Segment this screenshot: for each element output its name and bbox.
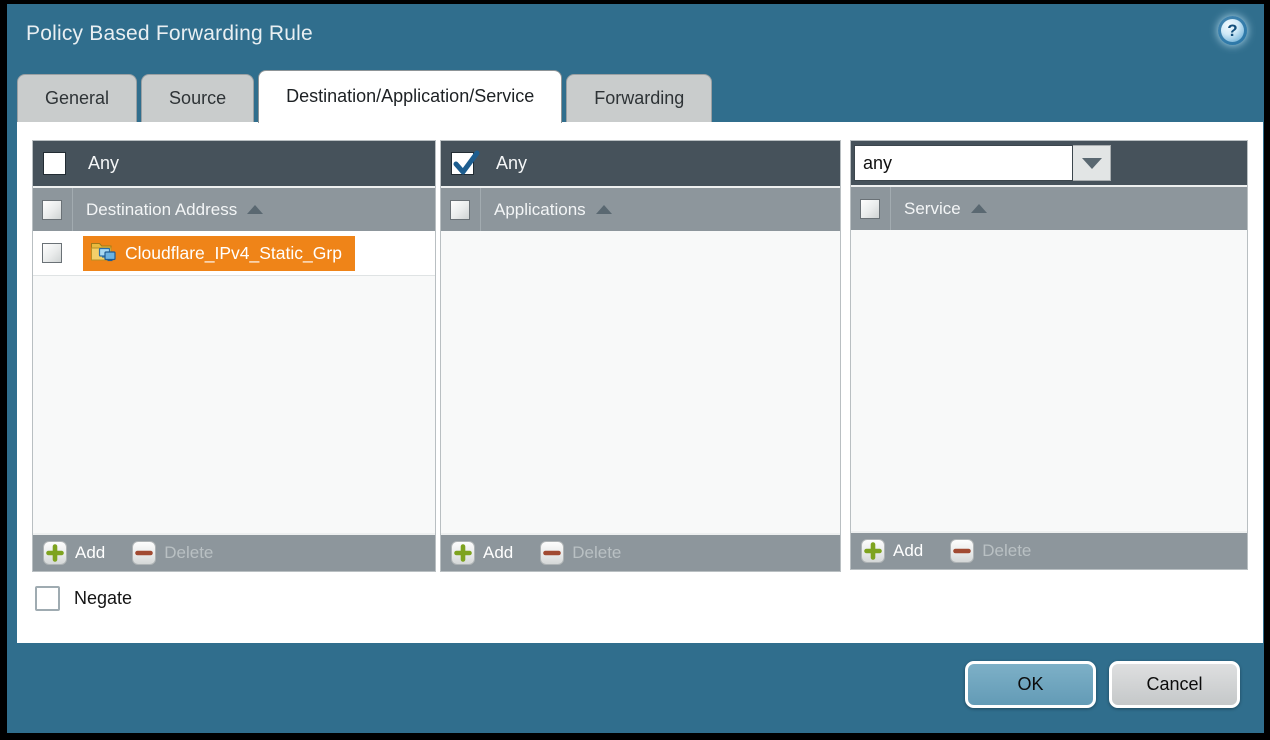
service-dropdown-bar xyxy=(851,141,1247,185)
destination-list-item[interactable]: Cloudflare_IPv4_Static_Grp xyxy=(33,231,435,276)
screenshot-frame: Policy Based Forwarding Rule ? General S… xyxy=(0,0,1270,740)
checkmark-icon xyxy=(451,149,481,179)
plus-icon xyxy=(451,541,475,565)
service-column-header[interactable]: Service xyxy=(851,185,1247,230)
ok-button[interactable]: OK xyxy=(965,661,1096,708)
applications-any-bar: Any xyxy=(441,141,840,186)
applications-delete-button[interactable]: Delete xyxy=(540,541,621,565)
negate-row: Negate xyxy=(35,586,132,611)
negate-checkbox[interactable] xyxy=(35,586,60,611)
minus-icon xyxy=(950,539,974,563)
tab-general[interactable]: General xyxy=(17,74,137,123)
destination-any-label: Any xyxy=(88,153,119,174)
destination-item-selected[interactable]: Cloudflare_IPv4_Static_Grp xyxy=(83,236,355,271)
destination-delete-button[interactable]: Delete xyxy=(132,541,213,565)
tab-content-panel: Any Destination Address xyxy=(17,122,1263,643)
minus-icon xyxy=(132,541,156,565)
destination-column-header[interactable]: Destination Address xyxy=(33,186,435,231)
service-add-button[interactable]: Add xyxy=(861,539,923,563)
header-divider xyxy=(72,188,73,231)
service-list xyxy=(851,230,1247,531)
destination-list: Cloudflare_IPv4_Static_Grp xyxy=(33,231,435,533)
destination-select-all-checkbox[interactable] xyxy=(42,200,62,220)
applications-column: Any Applications Add xyxy=(440,140,841,572)
minus-icon xyxy=(540,541,564,565)
dialog-title: Policy Based Forwarding Rule xyxy=(26,22,313,46)
service-header-label: Service xyxy=(904,199,961,219)
service-dropdown-button[interactable] xyxy=(1073,145,1111,181)
applications-footer: Add Delete xyxy=(441,533,840,571)
plus-icon xyxy=(861,539,885,563)
applications-any-checkbox[interactable] xyxy=(451,152,474,175)
sort-ascending-icon xyxy=(596,205,612,214)
destination-any-checkbox[interactable] xyxy=(43,152,66,175)
tab-forwarding[interactable]: Forwarding xyxy=(566,74,712,123)
destination-header-label: Destination Address xyxy=(86,200,237,220)
help-icon[interactable]: ? xyxy=(1218,16,1247,45)
service-select-all-checkbox[interactable] xyxy=(860,199,880,219)
destination-any-bar: Any xyxy=(33,141,435,186)
address-group-icon xyxy=(90,239,117,268)
negate-label: Negate xyxy=(74,588,132,609)
header-divider xyxy=(480,188,481,231)
service-dropdown-input[interactable] xyxy=(854,145,1073,181)
applications-select-all-checkbox[interactable] xyxy=(450,200,470,220)
policy-based-forwarding-dialog: Policy Based Forwarding Rule ? General S… xyxy=(7,4,1264,733)
tab-bar: General Source Destination/Application/S… xyxy=(17,70,712,123)
applications-add-button[interactable]: Add xyxy=(451,541,513,565)
tab-destination-application-service[interactable]: Destination/Application/Service xyxy=(258,70,562,123)
destination-item-checkbox[interactable] xyxy=(42,243,62,263)
sort-ascending-icon xyxy=(247,205,263,214)
cancel-button[interactable]: Cancel xyxy=(1109,661,1240,708)
header-divider xyxy=(890,187,891,230)
applications-list xyxy=(441,231,840,533)
tab-source[interactable]: Source xyxy=(141,74,254,123)
plus-icon xyxy=(43,541,67,565)
destination-item-name: Cloudflare_IPv4_Static_Grp xyxy=(125,243,342,264)
applications-any-label: Any xyxy=(496,153,527,174)
service-delete-button[interactable]: Delete xyxy=(950,539,1031,563)
chevron-down-icon xyxy=(1082,158,1102,169)
service-column: Service Add Delete xyxy=(850,140,1248,570)
dialog-button-row: OK Cancel xyxy=(965,661,1240,708)
sort-ascending-icon xyxy=(971,204,987,213)
service-footer: Add Delete xyxy=(851,531,1247,569)
applications-column-header[interactable]: Applications xyxy=(441,186,840,231)
destination-footer: Add Delete xyxy=(33,533,435,571)
applications-header-label: Applications xyxy=(494,200,586,220)
destination-address-column: Any Destination Address xyxy=(32,140,436,572)
destination-add-button[interactable]: Add xyxy=(43,541,105,565)
dialog-titlebar: Policy Based Forwarding Rule ? xyxy=(7,4,1264,68)
